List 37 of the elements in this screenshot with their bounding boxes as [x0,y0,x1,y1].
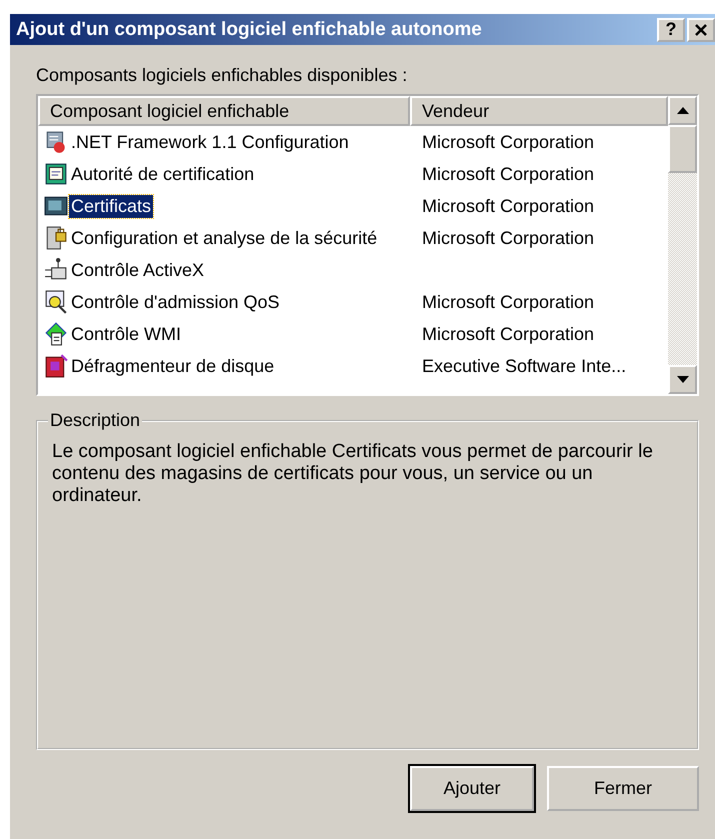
close-dialog-button[interactable]: Fermer [547,766,699,811]
column-header[interactable]: Vendeur [410,96,668,126]
snap-in-icon [44,162,68,186]
snap-in-icon [44,322,68,346]
close-button[interactable] [687,18,715,42]
snap-in-icon [44,226,68,250]
vendor-cell-text: Microsoft Corporation [421,196,596,216]
snap-in-name[interactable]: Défragmenteur de disque [69,354,276,378]
snap-in-icon [44,354,68,378]
add-button[interactable]: Ajouter [410,766,534,811]
help-button[interactable]: ? [657,18,685,42]
column-header[interactable]: Composant logiciel enfichable [38,96,410,126]
vendor-cell-text: Microsoft Corporation [421,324,596,344]
snap-in-icon [44,258,68,282]
vendor-cell-text: Microsoft Corporation [421,132,596,152]
description-text: Le composant logiciel enfichable Certificats vous permet de parcourir le contenu des magasins de certificats pour vous, un service ou un ordinateur. [52,441,654,507]
vendor-cell-text: Microsoft Corporation [421,164,596,184]
up-arrow-icon [676,107,688,114]
vertical-scrollbar[interactable] [668,96,697,394]
list-label: Composants logiciels enfichables disponibles : [36,65,408,86]
vendor-cell-text: Executive Software Inte... [421,356,628,376]
close-icon [694,22,708,36]
snap-in-name[interactable]: Certificats [69,194,154,218]
snap-in-name[interactable]: Contrôle d'admission QoS [69,290,282,314]
snap-in-icon [44,290,68,314]
down-arrow-icon [676,376,688,383]
snap-in-name[interactable]: Autorité de certification [69,162,256,186]
snap-in-name[interactable]: Contrôle WMI [69,322,184,346]
snap-in-name[interactable]: Contrôle ActiveX [69,258,206,282]
window-title: Ajout d'un composant logiciel enfichable autonome [16,18,482,40]
vendor-cell-text: Microsoft Corporation [421,292,596,312]
snap-in-name[interactable]: Configuration et analyse de la sécurité [69,226,380,250]
snap-in-name[interactable]: .NET Framework 1.1 Configuration [69,130,351,154]
snap-in-icon [44,194,68,218]
vendor-cell-text: Microsoft Corporation [421,228,596,248]
scrollbar-thumb[interactable] [668,125,697,173]
description-legend: Description [48,410,142,431]
